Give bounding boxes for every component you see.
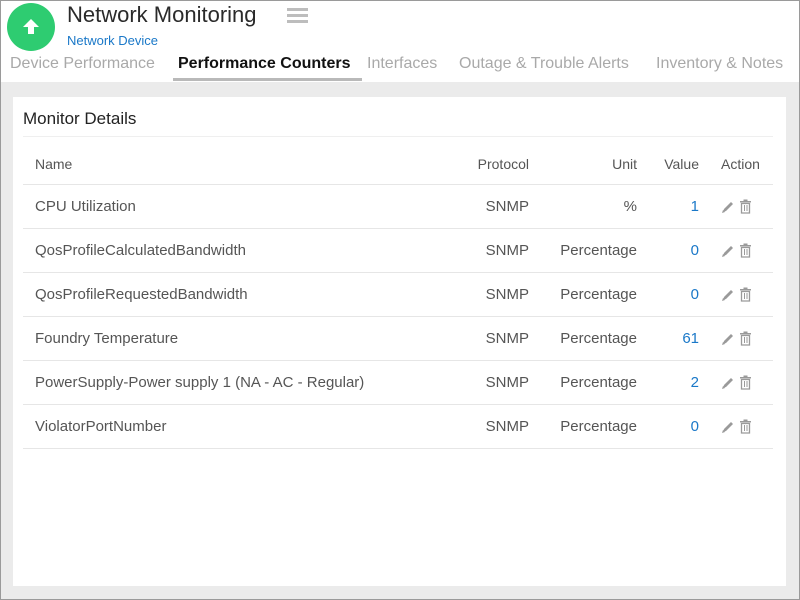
table-row: CPU Utilization SNMP % 1: [23, 185, 773, 229]
monitor-details-panel: Monitor Details Name Protocol Unit Value…: [13, 97, 786, 586]
tab-outage-trouble-alerts[interactable]: Outage & Trouble Alerts: [459, 53, 629, 82]
edit-pencil-icon[interactable]: [721, 200, 735, 214]
monitor-value-link[interactable]: 0: [691, 229, 699, 272]
monitor-name: CPU Utilization: [35, 198, 136, 215]
row-actions: [721, 185, 756, 228]
tab-bar: Device Performance Performance Counters …: [0, 53, 800, 82]
monitor-unit: Percentage: [560, 286, 637, 303]
row-actions: [721, 405, 756, 448]
panel-title: Monitor Details: [23, 109, 137, 128]
column-header-unit[interactable]: Unit: [612, 143, 637, 184]
device-type-link[interactable]: Network Device: [67, 33, 158, 48]
monitor-name: Foundry Temperature: [35, 330, 179, 347]
monitor-protocol: SNMP: [485, 330, 529, 347]
arrow-up-icon: [23, 19, 39, 34]
monitor-name: ViolatorPortNumber: [35, 418, 167, 435]
tab-interfaces[interactable]: Interfaces: [367, 53, 437, 82]
edit-pencil-icon[interactable]: [721, 420, 735, 434]
delete-trash-icon[interactable]: [739, 375, 752, 390]
monitor-protocol: SNMP: [485, 198, 529, 215]
monitor-table: Name Protocol Unit Value Action CPU Util…: [23, 143, 773, 449]
column-header-name[interactable]: Name: [35, 143, 72, 184]
delete-trash-icon[interactable]: [739, 287, 752, 302]
monitor-unit: Percentage: [560, 330, 637, 347]
tab-device-performance[interactable]: Device Performance: [10, 53, 155, 82]
monitor-protocol: SNMP: [485, 418, 529, 435]
tab-inventory-notes[interactable]: Inventory & Notes: [656, 53, 783, 82]
active-tab-indicator: [173, 78, 362, 81]
delete-trash-icon[interactable]: [739, 243, 752, 258]
row-actions: [721, 229, 756, 272]
delete-trash-icon[interactable]: [739, 199, 752, 214]
table-row: QosProfileCalculatedBandwidth SNMP Perce…: [23, 229, 773, 273]
monitor-value-link[interactable]: 0: [691, 273, 699, 316]
monitor-name: QosProfileCalculatedBandwidth: [35, 242, 246, 259]
table-row: PowerSupply-Power supply 1 (NA - AC - Re…: [23, 361, 773, 405]
page-title: Network Monitoring: [67, 2, 257, 27]
monitor-value-link[interactable]: 1: [691, 185, 699, 228]
page-header: Network Monitoring Network Device Device…: [0, 0, 800, 82]
monitor-protocol: SNMP: [485, 374, 529, 391]
monitor-value-link[interactable]: 0: [691, 405, 699, 448]
table-header-row: Name Protocol Unit Value Action: [23, 143, 773, 185]
edit-pencil-icon[interactable]: [721, 376, 735, 390]
monitor-unit: Percentage: [560, 418, 637, 435]
monitor-unit: %: [623, 198, 637, 215]
column-header-action: Action: [721, 155, 760, 172]
monitor-name: QosProfileRequestedBandwidth: [35, 286, 248, 303]
table-row: Foundry Temperature SNMP Percentage 61: [23, 317, 773, 361]
status-up-indicator: [7, 3, 55, 51]
row-actions: [721, 317, 756, 360]
monitor-name: PowerSupply-Power supply 1 (NA - AC - Re…: [35, 374, 365, 391]
monitor-unit: Percentage: [560, 374, 637, 391]
monitor-protocol: SNMP: [485, 242, 529, 259]
row-actions: [721, 273, 756, 316]
column-header-protocol[interactable]: Protocol: [478, 143, 529, 184]
hamburger-menu-icon[interactable]: [287, 7, 308, 24]
row-actions: [721, 361, 756, 404]
table-row: QosProfileRequestedBandwidth SNMP Percen…: [23, 273, 773, 317]
monitor-value-link[interactable]: 2: [691, 361, 699, 404]
delete-trash-icon[interactable]: [739, 331, 752, 346]
monitor-value-link[interactable]: 61: [682, 317, 699, 360]
monitor-unit: Percentage: [560, 242, 637, 259]
delete-trash-icon[interactable]: [739, 419, 752, 434]
column-header-value[interactable]: Value: [664, 143, 699, 184]
divider: [23, 136, 773, 137]
edit-pencil-icon[interactable]: [721, 288, 735, 302]
monitor-protocol: SNMP: [485, 286, 529, 303]
edit-pencil-icon[interactable]: [721, 332, 735, 346]
edit-pencil-icon[interactable]: [721, 244, 735, 258]
table-row: ViolatorPortNumber SNMP Percentage 0: [23, 405, 773, 449]
